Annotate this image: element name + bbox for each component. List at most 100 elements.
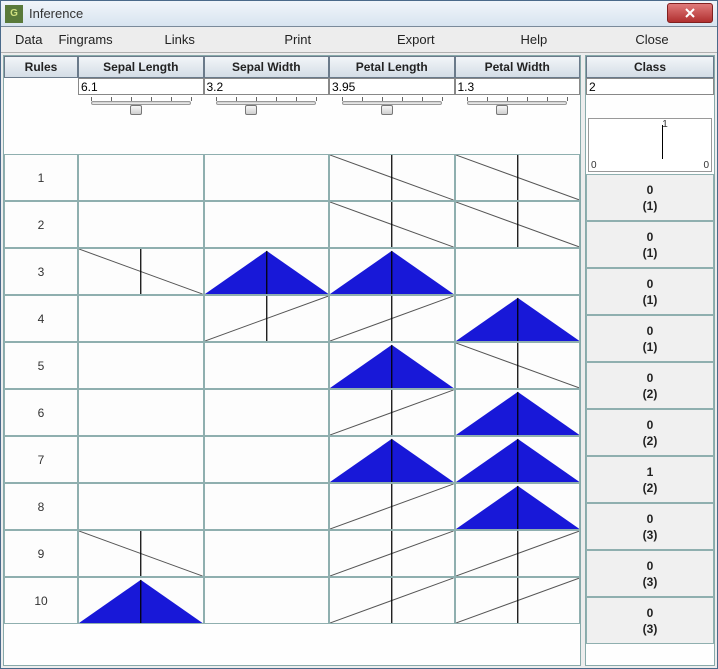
menu-close[interactable]: Close (593, 28, 711, 51)
slider-row (4, 96, 580, 118)
header-sepal-length[interactable]: Sepal Length (78, 56, 204, 78)
class-row: 0(1) (586, 174, 714, 221)
titlebar: G Inference (1, 1, 717, 27)
class-row: 0(3) (586, 503, 714, 550)
input-petal-width[interactable] (455, 78, 581, 95)
class-label: (3) (643, 528, 658, 542)
header-petal-width[interactable]: Petal Width (455, 56, 581, 78)
class-row: 0(2) (586, 409, 714, 456)
membership-cell (329, 389, 455, 436)
menu-print[interactable]: Print (239, 28, 357, 51)
class-value: 0 (647, 183, 654, 197)
window-title: Inference (29, 6, 83, 21)
rule-row: 6 (4, 389, 580, 436)
membership-cell (204, 201, 330, 248)
membership-cell (329, 483, 455, 530)
window-close-button[interactable] (667, 3, 713, 23)
rule-row: 5 (4, 342, 580, 389)
class-value: 0 (647, 324, 654, 338)
header-petal-length[interactable]: Petal Length (329, 56, 455, 78)
right-panel: Class 0 1 0 0(1)0(1)0(1)0(1)0(2)0(2)1(2)… (585, 55, 715, 666)
rule-number: 9 (4, 530, 78, 577)
class-row: 0(1) (586, 315, 714, 362)
input-class[interactable] (586, 78, 714, 95)
membership-cell (329, 342, 455, 389)
membership-cell (78, 201, 204, 248)
rule-number: 7 (4, 436, 78, 483)
menu-export[interactable]: Export (357, 28, 475, 51)
membership-cell (78, 342, 204, 389)
membership-cell (204, 295, 330, 342)
membership-cell (78, 577, 204, 624)
membership-cell (204, 483, 330, 530)
rule-number: 1 (4, 154, 78, 201)
slider-row-spacer (4, 96, 78, 118)
membership-cell (455, 295, 581, 342)
class-value: 0 (647, 277, 654, 291)
class-value: 0 (647, 371, 654, 385)
axis-right: 0 (703, 160, 709, 171)
membership-cell (78, 530, 204, 577)
input-row (4, 78, 580, 96)
membership-cell (329, 248, 455, 295)
slider-sepal-width[interactable] (216, 97, 316, 111)
slider-sepal-length[interactable] (91, 97, 191, 111)
rule-number: 8 (4, 483, 78, 530)
class-label: (1) (643, 340, 658, 354)
input-sepal-width[interactable] (204, 78, 330, 95)
class-label: (1) (643, 199, 658, 213)
membership-cell (455, 530, 581, 577)
membership-cell (204, 342, 330, 389)
class-row: 0(3) (586, 550, 714, 597)
class-value: 0 (647, 512, 654, 526)
slider-petal-length[interactable] (342, 97, 442, 111)
header-sepal-width[interactable]: Sepal Width (204, 56, 330, 78)
header-rules[interactable]: Rules (4, 56, 78, 78)
membership-cell (329, 201, 455, 248)
membership-cell (204, 389, 330, 436)
class-label: (2) (643, 387, 658, 401)
close-icon (684, 7, 696, 19)
membership-cell (204, 577, 330, 624)
class-value: 0 (647, 418, 654, 432)
menu-help[interactable]: Help (475, 28, 593, 51)
input-row-spacer (4, 78, 78, 96)
membership-cell (204, 530, 330, 577)
menu-data[interactable]: Data (7, 28, 50, 51)
rule-row: 2 (4, 201, 580, 248)
rule-row: 9 (4, 530, 580, 577)
membership-cell (329, 530, 455, 577)
menubar: Data Fingrams Links Print Export Help Cl… (1, 27, 717, 53)
membership-cell (329, 577, 455, 624)
class-label: (3) (643, 575, 658, 589)
membership-cell (455, 577, 581, 624)
class-row: 0(3) (586, 597, 714, 644)
slider-petal-width[interactable] (467, 97, 567, 111)
input-petal-length[interactable] (329, 78, 455, 95)
axis-left: 0 (591, 160, 597, 171)
rule-row: 8 (4, 483, 580, 530)
membership-cell (204, 248, 330, 295)
membership-cell (78, 295, 204, 342)
rule-number: 4 (4, 295, 78, 342)
rule-number: 2 (4, 201, 78, 248)
membership-cell (455, 389, 581, 436)
class-grid: 0(1)0(1)0(1)0(1)0(2)0(2)1(2)0(3)0(3)0(3) (586, 174, 714, 644)
membership-cell (455, 483, 581, 530)
class-value: 0 (647, 559, 654, 573)
class-label: (1) (643, 293, 658, 307)
menu-fingrams[interactable]: Fingrams (50, 28, 120, 51)
feature-header-row: Rules Sepal Length Sepal Width Petal Len… (4, 56, 580, 78)
class-label: (2) (643, 434, 658, 448)
rule-row: 10 (4, 577, 580, 624)
membership-cell (329, 154, 455, 201)
membership-cell (455, 248, 581, 295)
app-icon: G (5, 5, 23, 23)
header-class[interactable]: Class (586, 56, 714, 78)
class-row: 0(1) (586, 221, 714, 268)
membership-cell (329, 295, 455, 342)
menu-links[interactable]: Links (121, 28, 239, 51)
input-sepal-length[interactable] (78, 78, 204, 95)
membership-cell (78, 154, 204, 201)
membership-cell (78, 248, 204, 295)
